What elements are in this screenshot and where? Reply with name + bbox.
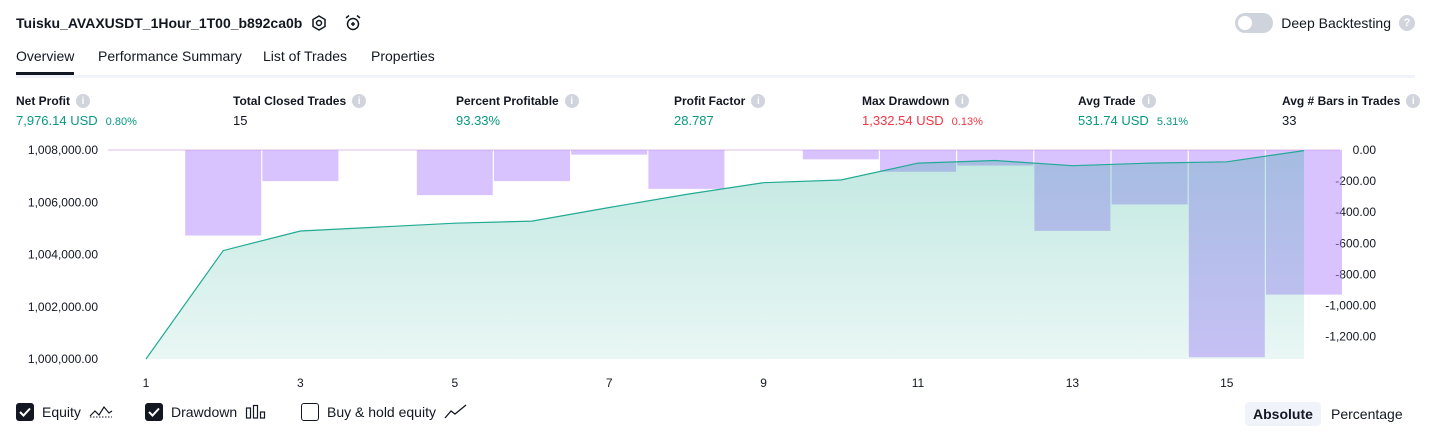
tab-properties[interactable]: Properties — [371, 48, 435, 72]
drawdown-bar — [494, 150, 570, 182]
drawdown-label: Drawdown — [171, 404, 238, 420]
right-axis-tick: 0.00 — [1353, 143, 1377, 157]
equity-checkbox[interactable] — [16, 403, 34, 421]
buy-hold-checkbox[interactable] — [301, 403, 319, 421]
drawdown-bar — [571, 150, 648, 155]
x-axis-tick: 3 — [297, 376, 304, 390]
metric-value: 1,332.54 USD — [862, 113, 944, 128]
metric-percent: 0.13% — [951, 116, 983, 128]
metric-label: Percent Profitable — [456, 94, 559, 108]
report-tabs: Overview Performance Summary List of Tra… — [16, 48, 1415, 78]
x-axis-tick: 15 — [1220, 376, 1234, 390]
metric-label: Profit Factor — [674, 94, 746, 108]
tab-performance-summary[interactable]: Performance Summary — [98, 48, 242, 72]
metric-percent: 5.31% — [1156, 116, 1189, 128]
equity-line-icon — [89, 405, 113, 418]
metric-label: Avg Trade — [1078, 94, 1136, 108]
metric-value: 7,976.14 USD — [16, 113, 98, 128]
gear-icon[interactable] — [308, 12, 330, 34]
drawdown-checkbox[interactable] — [145, 403, 163, 421]
metric-profit-factor: Profit Factor i 28.787 — [674, 93, 766, 128]
drawdown-bar — [802, 150, 879, 160]
x-axis-tick: 7 — [606, 376, 613, 390]
metric-label: Total Closed Trades — [233, 94, 347, 108]
legend-equity[interactable]: Equity — [16, 403, 113, 421]
left-axis-tick: 1,000,000.00 — [28, 352, 98, 366]
tab-overview[interactable]: Overview — [16, 48, 75, 75]
left-axis-tick: 1,002,000.00 — [28, 300, 98, 314]
metric-label: Avg # Bars in Trades — [1282, 94, 1401, 108]
equity-drawdown-chart: 1,008,000.00 1,006,000.00 1,004,000.00 1,00… — [28, 143, 1377, 390]
right-axis-tick: -1,000.00 — [1325, 299, 1376, 313]
x-axis-tick: 9 — [760, 376, 767, 390]
x-axis-tick: 13 — [1066, 376, 1080, 390]
right-axis-tick: -1,200.00 — [1325, 330, 1376, 344]
metric-avg-bars-in-trades: Avg # Bars in Trades i 33 — [1282, 93, 1421, 128]
legend-drawdown[interactable]: Drawdown — [145, 403, 267, 421]
x-axis-tick: 1 — [143, 376, 150, 390]
info-icon[interactable]: i — [1406, 94, 1421, 108]
metric-total-closed-trades: Total Closed Trades i 15 — [233, 93, 367, 128]
deep-backtesting-control: Deep Backtesting ? — [1235, 13, 1415, 33]
metric-net-profit: Net Profit i 7,976.14 USD 0.80% — [16, 93, 137, 128]
left-axis-tick: 1,006,000.00 — [28, 195, 98, 209]
alarm-clock-icon[interactable] — [342, 12, 364, 34]
metric-value: 15 — [233, 113, 248, 128]
info-icon[interactable]: i — [76, 94, 90, 108]
drawdown-bar — [416, 150, 493, 196]
x-axis-tick: 11 — [912, 376, 925, 390]
left-axis-tick: 1,004,000.00 — [28, 248, 98, 262]
strategy-title: Tuisku_AVAXUSDT_1Hour_1T00_b892ca0b — [16, 15, 303, 31]
buy-hold-label: Buy & hold equity — [327, 404, 436, 420]
deep-backtesting-label: Deep Backtesting — [1281, 15, 1391, 31]
metric-percent: 0.80% — [105, 116, 137, 128]
metric-avg-trade: Avg Trade i 531.74 USD 5.31% — [1078, 93, 1188, 128]
deep-backtesting-toggle[interactable] — [1235, 13, 1274, 33]
info-icon[interactable]: i — [564, 94, 579, 108]
absolute-toggle[interactable]: Absolute — [1245, 402, 1321, 426]
tab-list-of-trades[interactable]: List of Trades — [263, 48, 347, 72]
metric-value: 531.74 USD — [1078, 113, 1149, 128]
metric-value: 93.33% — [456, 113, 501, 128]
drawdown-bar — [648, 150, 725, 189]
line-chart-icon — [444, 404, 467, 419]
metric-value: 28.787 — [674, 113, 714, 128]
info-icon[interactable]: i — [955, 94, 970, 108]
x-axis-tick: 5 — [451, 376, 458, 390]
info-icon[interactable]: i — [352, 94, 367, 108]
left-axis-tick: 1,008,000.00 — [28, 143, 98, 157]
equity-area — [146, 150, 1304, 359]
metric-label: Max Drawdown — [862, 94, 950, 108]
metric-value: 33 — [1282, 113, 1297, 128]
report-header: Tuisku_AVAXUSDT_1Hour_1T00_b892ca0b Deep… — [16, 12, 1415, 38]
metric-label: Net Profit — [16, 94, 70, 108]
info-icon[interactable]: i — [751, 94, 766, 108]
metric-percent-profitable: Percent Profitable i 93.33% — [456, 93, 579, 128]
info-icon[interactable]: i — [1141, 94, 1156, 108]
percentage-toggle[interactable]: Percentage — [1323, 402, 1411, 426]
legend-buy-hold[interactable]: Buy & hold equity — [301, 403, 468, 421]
drawdown-bar — [185, 150, 262, 236]
toggle-knob — [1238, 16, 1253, 30]
bar-chart-icon — [246, 404, 266, 419]
equity-label: Equity — [42, 404, 81, 420]
drawdown-bar — [262, 150, 339, 182]
question-icon[interactable]: ? — [1399, 15, 1415, 31]
metric-max-drawdown: Max Drawdown i 1,332.54 USD 0.13% — [862, 93, 983, 128]
